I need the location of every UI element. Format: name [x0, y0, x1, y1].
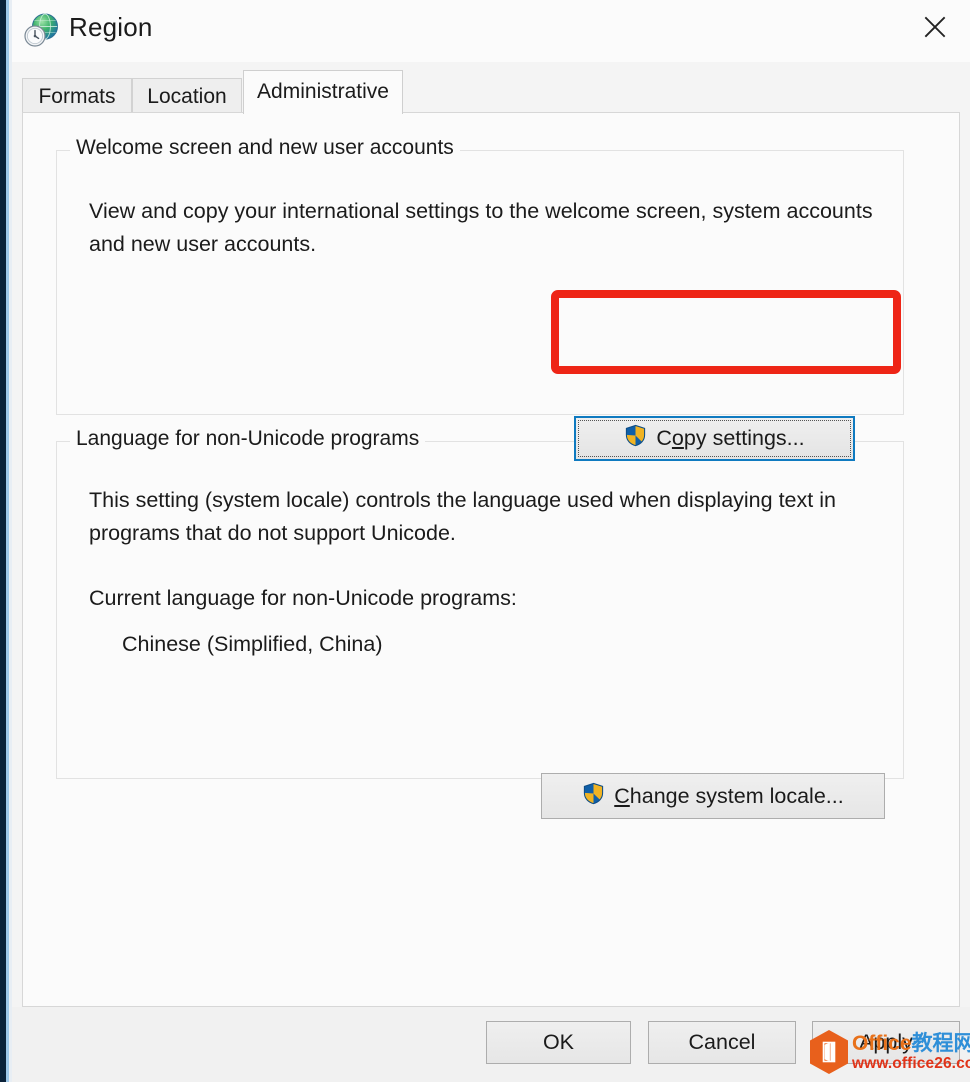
copy-settings-button-label: Copy settings...: [656, 426, 805, 450]
copy-settings-button[interactable]: Copy settings...: [574, 416, 855, 461]
change-system-locale-button[interactable]: Change system locale...: [541, 773, 885, 819]
welcome-screen-description: View and copy your international setting…: [89, 199, 873, 256]
tab-administrative[interactable]: Administrative: [243, 70, 403, 114]
ok-button[interactable]: OK: [486, 1021, 631, 1064]
group-welcome-screen: Welcome screen and new user accounts Vie…: [56, 136, 904, 415]
tab-location[interactable]: Location: [132, 78, 242, 114]
group-non-unicode-language-legend: Language for non-Unicode programs: [70, 427, 426, 451]
watermark-text: Office教程网 www.office26.com: [852, 1033, 970, 1073]
watermark-brand: Office教程网: [852, 1033, 970, 1055]
cancel-button-label: Cancel: [688, 1030, 756, 1054]
site-watermark: Office教程网 www.office26.com: [808, 1026, 970, 1082]
tab-administrative-label: Administrative: [257, 80, 389, 103]
region-dialog: Region Formats Location Administrative W…: [12, 0, 970, 1082]
close-icon[interactable]: [904, 0, 966, 58]
tab-strip: Formats Location Administrative: [22, 66, 960, 114]
uac-shield-icon: [624, 424, 647, 453]
region-globe-clock-icon: [22, 11, 60, 49]
office-logo-icon: [808, 1029, 850, 1080]
current-language-value: Chinese (Simplified, China): [122, 632, 383, 656]
title-bar: Region: [12, 0, 970, 62]
administrative-tab-panel: Welcome screen and new user accounts Vie…: [22, 112, 960, 1007]
non-unicode-description: This setting (system locale) controls th…: [89, 488, 836, 545]
ok-button-label: OK: [542, 1030, 575, 1054]
watermark-url: www.office26.com: [852, 1055, 970, 1072]
cancel-button[interactable]: Cancel: [648, 1021, 796, 1064]
uac-shield-icon: [582, 782, 605, 811]
tab-location-label: Location: [147, 85, 227, 108]
group-non-unicode-language: Language for non-Unicode programs This s…: [56, 427, 904, 779]
watermark-brand-cn: 教程网: [911, 1032, 970, 1055]
tab-formats[interactable]: Formats: [22, 78, 132, 114]
window-title: Region: [69, 12, 153, 42]
tab-formats-label: Formats: [38, 85, 116, 108]
watermark-brand-en: Office: [852, 1032, 912, 1055]
group-welcome-screen-legend: Welcome screen and new user accounts: [70, 136, 460, 160]
change-system-locale-button-label: Change system locale...: [614, 783, 844, 808]
current-language-label: Current language for non-Unicode program…: [89, 586, 517, 610]
